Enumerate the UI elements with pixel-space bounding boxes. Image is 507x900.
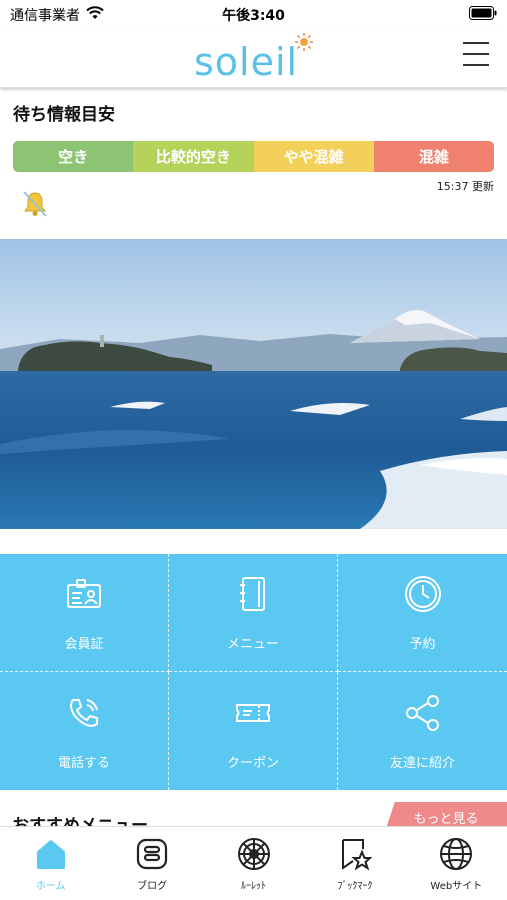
updated-time: 15:37 更新 xyxy=(436,180,494,193)
wait-level-busy: 混雑 xyxy=(373,141,494,172)
tab-website-label: Webサイト xyxy=(430,881,483,892)
home-icon xyxy=(34,837,68,871)
menu-grid: 会員証 メニュー 予約 電話する クーポン 友達に紹介 xyxy=(0,554,507,790)
soleil-logo[interactable]: soleil xyxy=(190,32,330,84)
tab-bookmark-label: ﾌﾞｯｸﾏｰｸ xyxy=(337,881,373,892)
member-card-button[interactable]: 会員証 xyxy=(0,554,169,672)
share-icon xyxy=(402,692,444,734)
logo-text: soleil xyxy=(194,40,299,84)
wait-level-fairly-empty: 比較的空き xyxy=(133,141,254,172)
menu-list-label: メニュー xyxy=(226,637,279,652)
call-label: 電話する xyxy=(57,755,110,771)
member-card-icon xyxy=(63,573,105,615)
wait-level-empty: 空き xyxy=(13,141,134,172)
share-button[interactable]: 友達に紹介 xyxy=(338,672,507,790)
share-label: 友達に紹介 xyxy=(389,755,455,771)
tab-home[interactable]: ホーム xyxy=(0,827,101,900)
hero-seascape-image xyxy=(0,239,507,529)
status-time: 午後3:40 xyxy=(222,8,285,24)
blog-icon xyxy=(135,837,169,871)
tab-website[interactable]: Webサイト xyxy=(406,827,507,900)
menu-list-button[interactable]: メニュー xyxy=(169,554,338,672)
reservation-label: 予約 xyxy=(409,637,436,652)
bottom-tab-bar: ホーム ブログ ﾙｰﾚｯﾄ ﾌﾞｯｸﾏｰｸ Webサイト xyxy=(0,826,507,900)
menu-book-icon xyxy=(232,573,274,615)
tab-bookmark[interactable]: ﾌﾞｯｸﾏｰｸ xyxy=(304,827,405,900)
tab-roulette[interactable]: ﾙｰﾚｯﾄ xyxy=(203,827,304,900)
hamburger-menu-icon[interactable] xyxy=(463,42,489,68)
member-card-label: 会員証 xyxy=(64,637,104,652)
status-bar: 通信事業者 午後3:40 xyxy=(0,0,507,28)
globe-icon xyxy=(439,837,473,871)
app-screen: 通信事業者 午後3:40 soleil 待ち情報目安 空き 比較的空き やや混雑… xyxy=(0,0,507,900)
coupon-icon xyxy=(232,692,274,734)
tab-home-label: ホーム xyxy=(35,881,66,892)
call-button[interactable]: 電話する xyxy=(0,672,169,790)
coupon-label: クーポン xyxy=(226,755,279,771)
wait-level-slightly-busy: やや混雑 xyxy=(253,141,374,172)
phone-icon xyxy=(63,692,105,734)
tab-blog[interactable]: ブログ xyxy=(101,827,202,900)
wait-info-title: 待ち情報目安 xyxy=(13,105,115,125)
battery-icon xyxy=(469,6,497,24)
wait-level-bar: 空き 比較的空き やや混雑 混雑 xyxy=(13,141,494,172)
coupon-button[interactable]: クーポン xyxy=(169,672,338,790)
tab-blog-label: ブログ xyxy=(137,881,168,892)
roulette-icon xyxy=(237,837,271,871)
sun-icon xyxy=(294,32,314,56)
clock-icon xyxy=(402,573,444,615)
app-header: soleil xyxy=(0,28,507,88)
tab-roulette-label: ﾙｰﾚｯﾄ xyxy=(241,881,267,892)
reservation-button[interactable]: 予約 xyxy=(338,554,507,672)
bell-icon xyxy=(22,190,48,222)
bookmark-icon xyxy=(338,837,373,871)
